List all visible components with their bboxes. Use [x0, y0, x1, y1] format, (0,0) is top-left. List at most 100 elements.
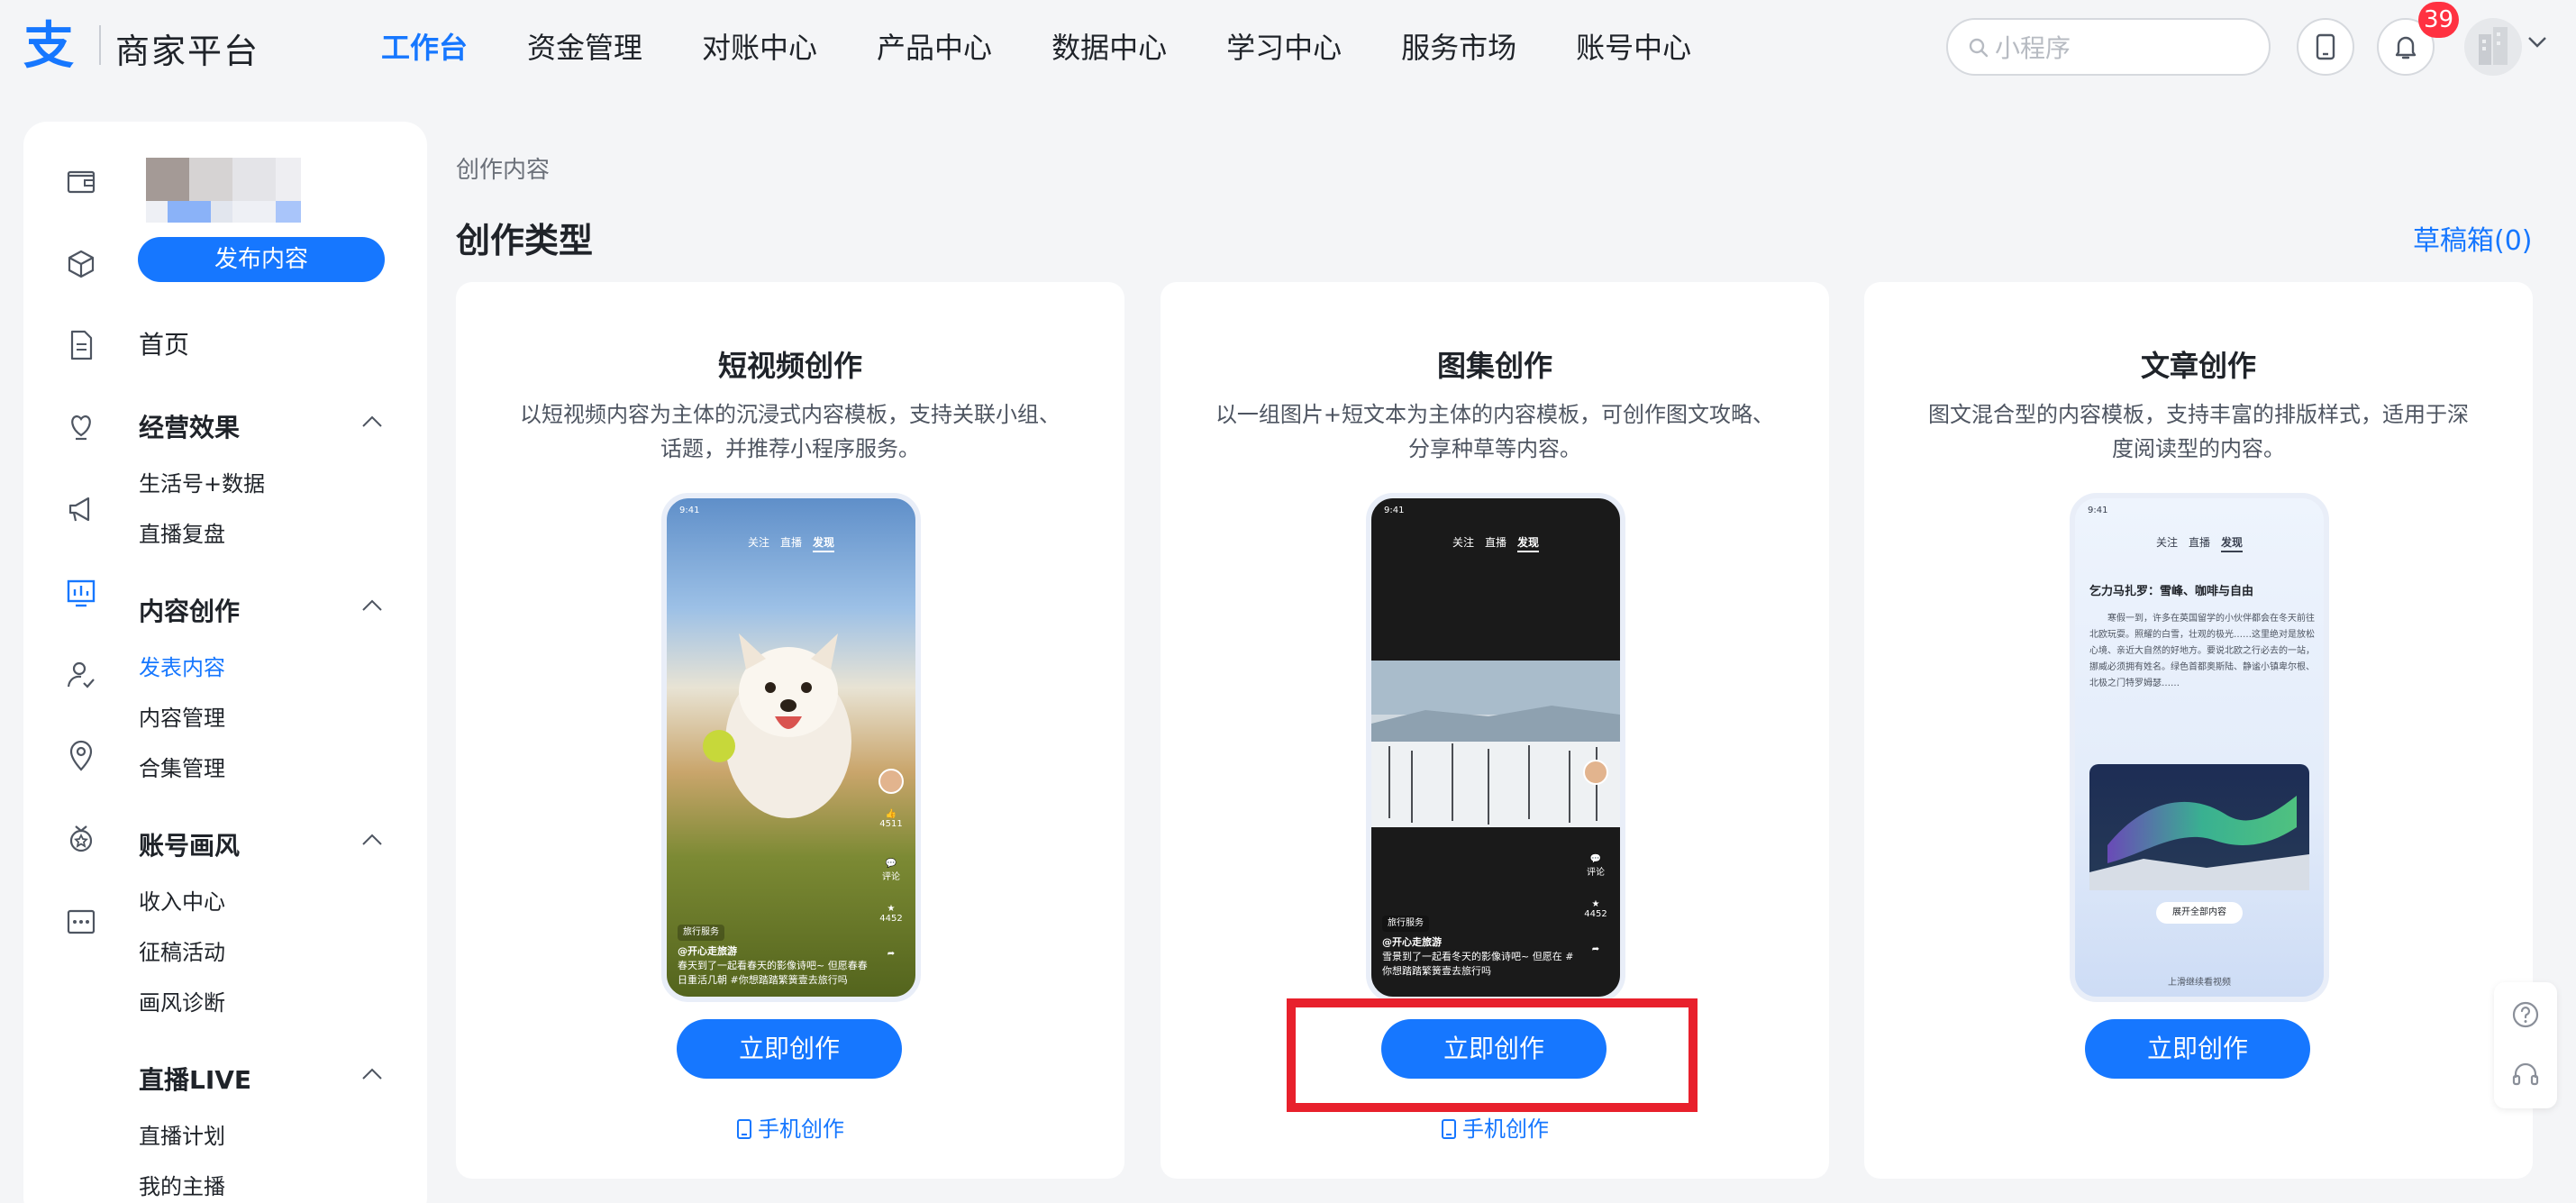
preview-tabs: 关注 直播 发现	[1371, 534, 1620, 552]
preview-tab: 关注	[2155, 536, 2178, 549]
nav-item-learning[interactable]: 学习中心	[1226, 25, 1342, 67]
mobile-create-link[interactable]: 手机创作	[1161, 1111, 1829, 1143]
create-now-button[interactable]: 立即创作	[2085, 1019, 2310, 1079]
page-title: 创作类型	[456, 221, 594, 260]
chevron-up-icon[interactable]	[361, 834, 383, 846]
preview-caption: 旅行服务 @开心走旅游 春天到了一起看春天的影像诗吧~ 但愿春春日重活几朝 #你…	[678, 925, 876, 988]
user-avatar[interactable]	[2464, 18, 2522, 76]
megaphone-icon[interactable]	[63, 491, 99, 527]
more-dots-icon[interactable]	[63, 904, 99, 940]
article-footer: 上滑继续看视频	[2168, 978, 2231, 988]
preview-caption-text: 春天到了一起看春天的影像诗吧~ 但愿春春日重活几朝 #你想踏踏繁簧壹去旅行吗	[678, 960, 868, 986]
sidebar-group-business[interactable]: 经营效果	[139, 408, 240, 444]
preview-tab: 关注	[747, 536, 769, 549]
medal-icon[interactable]	[63, 821, 99, 857]
publish-content-button[interactable]: 发布内容	[138, 237, 385, 282]
dog-illustration	[703, 633, 851, 818]
comment-icon: 💬 评论	[1587, 854, 1605, 878]
nav-item-account[interactable]: 账号中心	[1576, 25, 1691, 67]
nav-item-data[interactable]: 数据中心	[1051, 25, 1167, 67]
image-set-preview: 9:41 关注 直播 发现 💬 评论 ★ 4452 ➦ 旅行服务 @开心走旅游 雪景到了…	[1366, 493, 1625, 1002]
chevron-up-icon[interactable]	[361, 415, 383, 428]
short-video-preview: 9:41 关注 直播 发现 👍 4511 💬 评论 ★ 4452 ➦ 旅行服务 @开心走旅…	[661, 493, 921, 1002]
avatar-building-icon	[2479, 27, 2508, 65]
nav-item-fund[interactable]: 资金管理	[527, 25, 642, 67]
nav-item-service-market[interactable]: 服务市场	[1401, 25, 1516, 67]
sidebar-item-collection-manage[interactable]: 合集管理	[139, 751, 225, 782]
sidebar-item-publish[interactable]: 发表内容	[139, 650, 225, 681]
preview-service-tag: 旅行服务	[678, 925, 724, 941]
draft-box-link[interactable]: 草稿箱(0)	[2413, 218, 2533, 258]
notification-badge: 39	[2418, 2, 2460, 38]
sidebar-item-my-anchor[interactable]: 我的主播	[139, 1169, 225, 1200]
article-expand-button: 展开全部内容	[2156, 902, 2243, 924]
preview-tab: 发现	[2221, 536, 2244, 552]
sidebar-item-content-manage[interactable]: 内容管理	[139, 700, 225, 732]
sidebar-item-life-data[interactable]: 生活号+数据	[139, 466, 265, 497]
sidebar-item-diagnosis[interactable]: 画风诊断	[139, 985, 225, 1016]
preview-tab: 直播	[779, 536, 802, 549]
sidebar-item-campaign[interactable]: 征稿活动	[139, 934, 225, 966]
sidebar-item-live-review[interactable]: 直播复盘	[139, 516, 225, 548]
brand-name: 商家平台	[115, 32, 260, 71]
author-avatar	[1582, 760, 1609, 788]
sidebar-item-home[interactable]: 首页	[139, 325, 189, 361]
card-description: 以一组图片+短文本为主体的内容模板，可创作图文攻略、分享种草等内容。	[1215, 402, 1775, 461]
help-question-icon[interactable]	[2509, 998, 2542, 1031]
chevron-up-icon[interactable]	[361, 599, 383, 612]
create-now-button[interactable]: 立即创作	[677, 1019, 902, 1079]
preview-service-tag: 旅行服务	[1382, 916, 1429, 932]
location-pin-icon[interactable]	[63, 738, 99, 774]
preview-author: @开心走旅游	[1382, 936, 1442, 948]
cube-icon[interactable]	[63, 246, 99, 282]
nav-item-product[interactable]: 产品中心	[877, 25, 992, 67]
card-short-video: 短视频创作 以短视频内容为主体的沉浸式内容模板，支持关联小组、话题，并推荐小程序…	[456, 282, 1124, 1179]
card-description: 图文混合型的内容模板，支持丰富的排版样式，适用于深度阅读型的内容。	[1928, 402, 2469, 461]
share-icon: ➦	[1591, 944, 1600, 954]
floating-help-bar	[2494, 982, 2557, 1108]
mobile-phone-icon	[1442, 1119, 1456, 1139]
wallet-icon[interactable]	[63, 163, 99, 199]
content-chart-icon[interactable]	[63, 574, 99, 610]
phone-icon	[2316, 33, 2335, 60]
sidebar-group-live[interactable]: 直播LIVE	[139, 1061, 251, 1097]
heart-hand-icon[interactable]	[63, 408, 99, 444]
top-navigation-bar: 支 商家平台 工作台 资金管理 对账中心 产品中心 数据中心 学习中心 服务市场…	[0, 0, 2576, 94]
sidebar-group-style[interactable]: 账号画风	[139, 826, 240, 862]
headset-icon[interactable]	[2509, 1058, 2542, 1090]
alipay-logo-icon[interactable]: 支	[22, 18, 83, 70]
sidebar-item-live-plan[interactable]: 直播计划	[139, 1118, 225, 1150]
article-title: 乞力马扎罗：雪峰、咖啡与自由	[2089, 585, 2254, 598]
preview-author: @开心走旅游	[678, 945, 737, 957]
star-icon: ★ 4452	[1584, 899, 1607, 919]
snow-landscape-image	[1371, 661, 1620, 827]
mobile-phone-icon	[737, 1119, 751, 1139]
preview-time: 9:41	[1384, 506, 1405, 515]
author-avatar	[878, 769, 905, 797]
nav-item-reconciliation[interactable]: 对账中心	[702, 25, 817, 67]
search-box[interactable]	[1946, 18, 2271, 76]
nav-item-workbench[interactable]: 工作台	[381, 25, 468, 67]
sidebar-item-income[interactable]: 收入中心	[139, 884, 225, 916]
card-title: 短视频创作	[717, 349, 862, 383]
comment-icon: 💬 评论	[882, 859, 900, 882]
svg-text:支: 支	[23, 18, 74, 70]
mobile-device-button[interactable]	[2297, 18, 2354, 76]
user-check-icon[interactable]	[63, 657, 99, 693]
sidebar-group-content[interactable]: 内容创作	[139, 592, 240, 628]
mobile-create-label[interactable]: 手机创作	[758, 1116, 844, 1142]
mobile-create-link[interactable]: 手机创作	[456, 1111, 1124, 1143]
card-article: 文章创作 图文混合型的内容模板，支持丰富的排版样式，适用于深度阅读型的内容。 9…	[1864, 282, 2533, 1179]
chevron-up-icon[interactable]	[361, 1068, 383, 1080]
article-body: 寒假一到，许多在英国留学的小伙伴都会在冬天前往北欧玩耍。照耀的白雪，壮观的极光……	[2089, 614, 2315, 688]
preview-tab: 发现	[813, 536, 835, 552]
card-description: 以短视频内容为主体的沉浸式内容模板，支持关联小组、话题，并推荐小程序服务。	[520, 402, 1060, 461]
bell-icon	[2395, 36, 2417, 59]
mobile-create-label[interactable]: 手机创作	[1462, 1116, 1549, 1142]
preview-tabs: 关注 直播 发现	[2075, 534, 2324, 552]
preview-time: 9:41	[2088, 506, 2108, 515]
preview-tab: 直播	[2188, 536, 2210, 549]
chevron-down-icon[interactable]	[2527, 36, 2547, 49]
search-input[interactable]	[1995, 31, 2256, 65]
document-icon[interactable]	[63, 327, 99, 363]
